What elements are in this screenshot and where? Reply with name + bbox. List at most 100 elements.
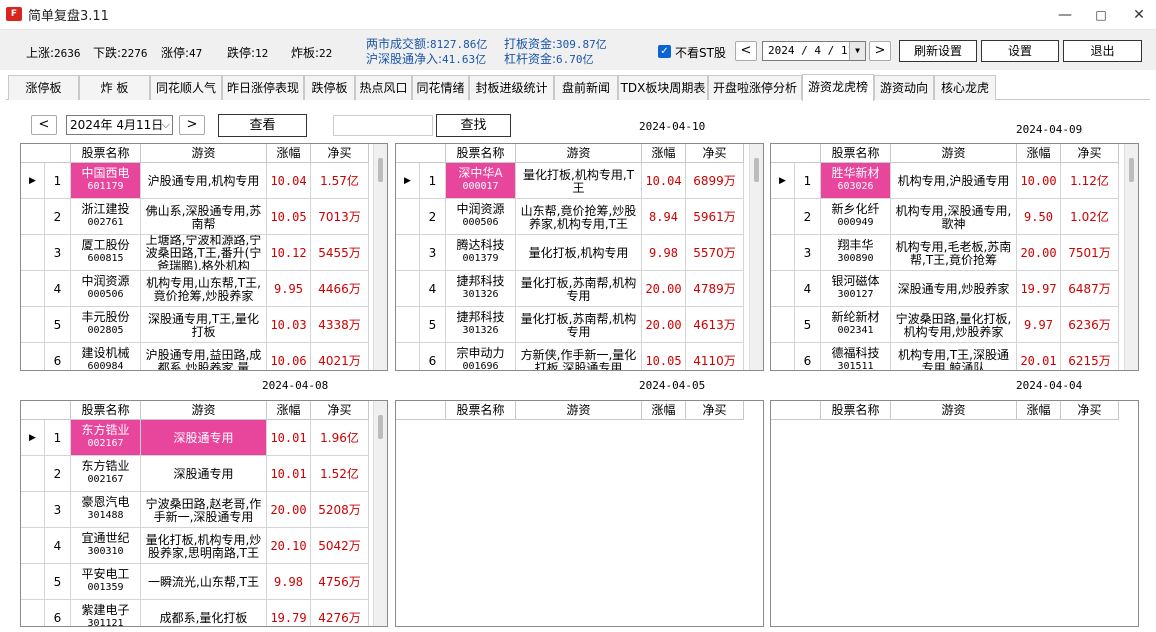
column-header[interactable]: 游资 — [891, 144, 1017, 163]
column-header[interactable]: 股票名称 — [821, 144, 891, 163]
date-input[interactable]: 2024 / 4 / 11 ▼ — [762, 41, 866, 61]
tab-1[interactable]: 涨停板 — [8, 75, 79, 100]
table-row[interactable]: ▶ 1 东方锆业 002167 深股通专用 10.01 1.96亿 — [21, 420, 387, 456]
longhu-grid[interactable]: 股票名称 游资 涨幅 净买 — [395, 400, 764, 627]
next-date-button[interactable]: > — [869, 41, 891, 61]
tab-2[interactable]: 炸 板 — [79, 75, 150, 100]
tab-12[interactable]: 游资龙虎榜 — [802, 74, 874, 101]
table-row[interactable]: 2 浙江建投 002761 佛山系,深股通专用,苏南帮 10.05 7013万 — [21, 199, 387, 235]
table-row[interactable]: 5 平安电工 001359 一瞬流光,山东帮,T王 9.98 4756万 — [21, 564, 387, 600]
stock-name-cell[interactable]: 新纶新材 002341 — [821, 307, 891, 343]
tab-6[interactable]: 热点风口 — [355, 75, 412, 100]
stock-name-cell[interactable]: 中国西电 601179 — [71, 163, 141, 199]
tab-14[interactable]: 核心龙虎 — [934, 75, 996, 100]
stock-name-cell[interactable]: 中润资源 000506 — [71, 271, 141, 307]
chevron-down-icon[interactable]: ⌵ — [162, 116, 170, 134]
longhu-grid[interactable]: 股票名称 游资 涨幅 净买 ▶ 1 中国西电 601179 沪股通专用,机构专用 10.04 1.5… — [20, 143, 388, 371]
column-header[interactable]: 游资 — [141, 401, 267, 420]
stock-name-cell[interactable]: 东方锆业 002167 — [71, 420, 141, 456]
stock-name-cell[interactable]: 浙江建投 002761 — [71, 199, 141, 235]
stock-name-cell[interactable]: 腾达科技 001379 — [446, 235, 516, 271]
table-row[interactable]: 3 翔丰华 300890 机构专用,毛老板,苏南帮,T王,竟价抢筹 20.00 7501万 — [771, 235, 1138, 271]
column-header[interactable]: 股票名称 — [71, 401, 141, 420]
stock-name-cell[interactable]: 紫建电子 301121 — [71, 600, 141, 626]
column-header[interactable]: 游资 — [516, 144, 642, 163]
table-row[interactable]: 2 中润资源 000506 山东帮,竟价抢筹,炒股养家,机构专用,T王 8.94 5961… — [396, 199, 763, 235]
column-header[interactable]: 股票名称 — [71, 144, 141, 163]
column-header[interactable]: 净买 — [1061, 401, 1119, 420]
column-header[interactable]: 股票名称 — [446, 144, 516, 163]
prev-date-button[interactable]: < — [735, 41, 757, 61]
stock-name-cell[interactable]: 宜通世纪 300310 — [71, 528, 141, 564]
stock-name-cell[interactable]: 厦工股份 600815 — [71, 235, 141, 271]
tab-5[interactable]: 跌停板 — [304, 75, 355, 100]
vertical-scrollbar[interactable] — [1124, 144, 1138, 370]
column-header[interactable]: 涨幅 — [1017, 144, 1061, 163]
tab-3[interactable]: 同花顺人气 — [150, 75, 222, 100]
stock-name-cell[interactable]: 德福科技 301511 — [821, 343, 891, 370]
settings-button[interactable]: 设置 — [981, 40, 1059, 62]
search-next-button[interactable]: > — [179, 115, 205, 135]
tab-7[interactable]: 同花情绪 — [412, 75, 469, 100]
longhu-grid[interactable]: 股票名称 游资 涨幅 净买 ▶ 1 胜华新材 603026 机构专用,沪股通专用 10.00 1.1… — [770, 143, 1139, 371]
stock-name-cell[interactable]: 翔丰华 300890 — [821, 235, 891, 271]
column-header[interactable]: 净买 — [686, 401, 744, 420]
stock-name-cell[interactable]: 新乡化纤 000949 — [821, 199, 891, 235]
stock-name-cell[interactable]: 捷邦科技 301326 — [446, 307, 516, 343]
scrollbar-thumb[interactable] — [378, 158, 383, 182]
table-row[interactable]: 4 中润资源 000506 机构专用,山东帮,T王,竟价抢筹,炒股养家 9.95 4466… — [21, 271, 387, 307]
search-input[interactable] — [333, 115, 433, 136]
table-row[interactable]: ▶ 1 深中华A 000017 量化打板,机构专用,T王 10.04 6899万 — [396, 163, 763, 199]
tab-13[interactable]: 游资动向 — [874, 75, 934, 100]
stock-name-cell[interactable]: 豪恩汽电 301488 — [71, 492, 141, 528]
table-row[interactable]: 3 厦工股份 600815 上塘路,宁波和源路,宁波桑田路,T王,番升(宁爸瑞鹏),格… — [21, 235, 387, 271]
scrollbar-thumb[interactable] — [378, 415, 383, 439]
tab-10[interactable]: TDX板块周期表 — [618, 75, 708, 100]
column-header[interactable]: 涨幅 — [267, 401, 311, 420]
table-row[interactable]: 3 豪恩汽电 301488 宁波桑田路,赵老哥,作手新一,深股通专用 20.00 5208… — [21, 492, 387, 528]
column-header[interactable]: 股票名称 — [821, 401, 891, 420]
stock-name-cell[interactable]: 平安电工 001359 — [71, 564, 141, 600]
stock-name-cell[interactable]: 东方锆业 002167 — [71, 456, 141, 492]
table-row[interactable]: 5 捷邦科技 301326 量化打板,苏南帮,机构专用 20.00 4613万 — [396, 307, 763, 343]
longhu-grid[interactable]: 股票名称 游资 涨幅 净买 ▶ 1 东方锆业 002167 深股通专用 10.01 1.96亿 2 东方… — [20, 400, 388, 627]
stock-name-cell[interactable]: 建设机械 600984 — [71, 343, 141, 370]
column-header[interactable]: 游资 — [141, 144, 267, 163]
column-header[interactable]: 涨幅 — [267, 144, 311, 163]
vertical-scrollbar[interactable] — [373, 401, 387, 626]
tab-11[interactable]: 开盘啦涨停分析 — [708, 75, 802, 100]
table-row[interactable]: 2 东方锆业 002167 深股通专用 10.01 1.52亿 — [21, 456, 387, 492]
minimize-button[interactable]: — — [1050, 4, 1080, 26]
table-row[interactable]: ▶ 1 胜华新材 603026 机构专用,沪股通专用 10.00 1.12亿 — [771, 163, 1138, 199]
close-button[interactable]: ✕ — [1124, 4, 1154, 26]
vertical-scrollbar[interactable] — [373, 144, 387, 370]
exit-button[interactable]: 退出 — [1063, 40, 1142, 62]
date-picker[interactable]: 2024年 4月11日 ⌵ — [66, 115, 173, 135]
stock-name-cell[interactable]: 深中华A 000017 — [446, 163, 516, 199]
column-header[interactable]: 净买 — [686, 144, 744, 163]
table-row[interactable]: 5 丰元股份 002805 深股通专用,T王,量化打板 10.03 4338万 — [21, 307, 387, 343]
dropdown-arrow-icon[interactable]: ▼ — [849, 42, 865, 60]
vertical-scrollbar[interactable] — [749, 144, 763, 370]
table-row[interactable]: 6 建设机械 600984 沪股通专用,益田路,成都系,炒股养家,量 10.06 4021… — [21, 343, 387, 370]
table-row[interactable]: 6 宗申动力 001696 方新侠,作手新一,量化打板,深股通专用 10.05 4110万 — [396, 343, 763, 370]
stock-name-cell[interactable]: 中润资源 000506 — [446, 199, 516, 235]
column-header[interactable]: 涨幅 — [642, 144, 686, 163]
column-header[interactable]: 游资 — [891, 401, 1017, 420]
column-header[interactable]: 净买 — [1061, 144, 1119, 163]
table-row[interactable]: 2 新乡化纤 000949 机构专用,深股通专用,歌神 9.50 1.02亿 — [771, 199, 1138, 235]
stock-name-cell[interactable]: 捷邦科技 301326 — [446, 271, 516, 307]
stock-name-cell[interactable]: 胜华新材 603026 — [821, 163, 891, 199]
stock-name-cell[interactable]: 丰元股份 002805 — [71, 307, 141, 343]
table-row[interactable]: ▶ 1 中国西电 601179 沪股通专用,机构专用 10.04 1.57亿 — [21, 163, 387, 199]
view-button[interactable]: 查看 — [218, 114, 307, 137]
longhu-grid[interactable]: 股票名称 游资 涨幅 净买 ▶ 1 深中华A 000017 量化打板,机构专用,T王 10.04 6… — [395, 143, 764, 371]
longhu-grid[interactable]: 股票名称 游资 涨幅 净买 — [770, 400, 1139, 627]
table-row[interactable]: 4 捷邦科技 301326 量化打板,苏南帮,机构专用 20.00 4789万 — [396, 271, 763, 307]
table-row[interactable]: 4 宜通世纪 300310 量化打板,机构专用,炒股养家,思明南路,T王 20.10 50… — [21, 528, 387, 564]
stock-name-cell[interactable]: 银河磁体 300127 — [821, 271, 891, 307]
column-header[interactable]: 游资 — [516, 401, 642, 420]
tab-8[interactable]: 封板进级统计 — [469, 75, 554, 100]
table-row[interactable]: 6 紫建电子 301121 成都系,量化打板 19.79 4276万 — [21, 600, 387, 626]
refresh-settings-button[interactable]: 刷新设置 — [899, 40, 977, 62]
